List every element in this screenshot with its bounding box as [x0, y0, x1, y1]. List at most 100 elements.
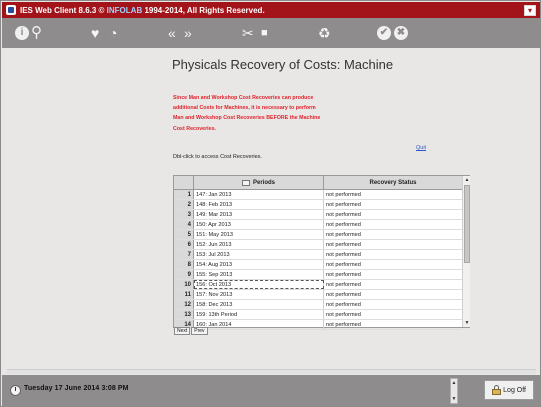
scrollbar-thumb[interactable]	[464, 185, 470, 263]
info-button[interactable]: i	[15, 24, 29, 42]
row-number: 5	[174, 230, 194, 239]
page-horizontal-scrollbar[interactable]	[7, 369, 536, 374]
period-cell[interactable]: 154: Aug 2013	[194, 260, 324, 269]
table-row[interactable]: 13 159: 13th Period not performed	[174, 310, 462, 320]
log-off-label: Log Off	[503, 386, 526, 394]
recovery-status-cell[interactable]: not performed	[324, 200, 462, 209]
period-cell[interactable]: 159: 13th Period	[194, 310, 324, 319]
recovery-status-cell[interactable]: not performed	[324, 290, 462, 299]
scroll-down-icon[interactable]: ▼	[451, 396, 457, 402]
history-button[interactable]: ◔	[109, 24, 117, 42]
warning-message: Since Man and Workshop Cost Recoveries c…	[173, 95, 321, 132]
row-number: 9	[174, 270, 194, 279]
row-number-header	[174, 176, 194, 189]
sort-icon[interactable]	[241, 179, 250, 186]
scroll-up-icon[interactable]: ▲	[464, 177, 470, 183]
table-row[interactable]: 11 157: Nov 2013 not performed	[174, 290, 462, 300]
stop-icon: ■	[261, 27, 268, 39]
table-row[interactable]: 12 158: Dec 2013 not performed	[174, 300, 462, 310]
window-title-brand: INFOLAB	[106, 5, 143, 15]
period-cell[interactable]: 156: Oct 2013	[194, 280, 324, 289]
table-row[interactable]: 2 148: Feb 2013 not performed	[174, 200, 462, 210]
window-title: IES Web Client 8.6.3 © INFOLAB 1994-2014…	[20, 6, 265, 15]
ok-button[interactable]: ✔	[377, 24, 391, 42]
window-title-prefix: IES Web Client 8.6.3 ©	[20, 5, 107, 15]
table-row[interactable]: 10 156: Oct 2013 not performed	[174, 280, 462, 290]
title-bar: IES Web Client 8.6.3 © INFOLAB 1994-2014…	[2, 2, 540, 18]
table-row[interactable]: 8 154: Aug 2013 not performed	[174, 260, 462, 270]
recovery-status-cell[interactable]: not performed	[324, 310, 462, 319]
scroll-down-icon[interactable]: ▼	[464, 320, 470, 326]
cancel-button[interactable]: ✖	[394, 24, 408, 42]
column-header-status[interactable]: Recovery Status	[324, 176, 462, 189]
main-content: Physicals Recovery of Costs: Machine Sin…	[2, 48, 540, 375]
recovery-status-cell[interactable]: not performed	[324, 280, 462, 289]
row-number: 12	[174, 300, 194, 309]
table-row[interactable]: 1 147: Jan 2013 not performed	[174, 190, 462, 200]
period-cell[interactable]: 158: Dec 2013	[194, 300, 324, 309]
column-header-periods-label: Periods	[252, 179, 275, 186]
table-row[interactable]: 4 150: Apr 2013 not performed	[174, 220, 462, 230]
period-cell[interactable]: 150: Apr 2013	[194, 220, 324, 229]
clock-icon	[10, 385, 21, 396]
row-number: 6	[174, 240, 194, 249]
history-icon: ◔	[109, 25, 118, 41]
lock-icon	[491, 385, 501, 395]
period-cell[interactable]: 153: Jul 2013	[194, 250, 324, 259]
period-cell[interactable]: 148: Feb 2013	[194, 200, 324, 209]
tools-icon: ✂	[242, 25, 254, 41]
table-row[interactable]: 5 151: May 2013 not performed	[174, 230, 462, 240]
row-number: 3	[174, 210, 194, 219]
search-icon: ⚲	[31, 24, 42, 41]
period-cell[interactable]: 151: May 2013	[194, 230, 324, 239]
recovery-status-cell[interactable]: not performed	[324, 190, 462, 199]
quit-link[interactable]: Quit	[416, 145, 426, 151]
row-number: 4	[174, 220, 194, 229]
forward-button[interactable]: »	[184, 24, 192, 42]
favorite-button[interactable]: ♥	[91, 24, 99, 42]
row-number: 13	[174, 310, 194, 319]
scroll-up-icon[interactable]: ▲	[451, 380, 457, 386]
table-row[interactable]: 7 153: Jul 2013 not performed	[174, 250, 462, 260]
hint-text: Dbl-click to access Cost Recoveries.	[173, 154, 262, 160]
next-button[interactable]: Next	[174, 327, 191, 335]
prev-button[interactable]: Prev	[191, 327, 208, 335]
back-button[interactable]: «	[168, 24, 176, 42]
table-body: 1 147: Jan 2013 not performed 2 148: Feb 201…	[174, 190, 462, 330]
recovery-status-cell[interactable]: not performed	[324, 220, 462, 229]
recovery-status-cell[interactable]: not performed	[324, 260, 462, 269]
table-vertical-scrollbar[interactable]: ▲ ▼	[462, 176, 470, 327]
recovery-status-cell[interactable]: not performed	[324, 240, 462, 249]
stop-button[interactable]: ■	[261, 24, 268, 42]
recovery-status-cell[interactable]: not performed	[324, 300, 462, 309]
period-cell[interactable]: 149: Mar 2013	[194, 210, 324, 219]
recovery-status-cell[interactable]: not performed	[324, 210, 462, 219]
period-cell[interactable]: 160: Jan 2014	[194, 320, 324, 329]
recovery-status-cell[interactable]: not performed	[324, 320, 462, 329]
status-scrollbar[interactable]: ▲ ▼	[450, 378, 458, 404]
row-number: 2	[174, 200, 194, 209]
search-button[interactable]: ⚲	[31, 24, 42, 42]
table-row[interactable]: 9 155: Sep 2013 not performed	[174, 270, 462, 280]
tools-button[interactable]: ✂	[242, 24, 254, 42]
period-cell[interactable]: 147: Jan 2013	[194, 190, 324, 199]
window-menu-icon[interactable]: ▾	[524, 4, 536, 16]
table-row[interactable]: 6 152: Jun 2013 not performed	[174, 240, 462, 250]
period-cell[interactable]: 155: Sep 2013	[194, 270, 324, 279]
period-cell[interactable]: 157: Nov 2013	[194, 290, 324, 299]
periods-table: Periods Recovery Status 1 147: Jan 2013 no…	[173, 175, 470, 330]
log-off-button[interactable]: Log Off	[484, 380, 534, 400]
row-number: 7	[174, 250, 194, 259]
row-number: 1	[174, 190, 194, 199]
table-row[interactable]: 3 149: Mar 2013 not performed	[174, 210, 462, 220]
table-row[interactable]: 14 160: Jan 2014 not performed	[174, 320, 462, 330]
back-icon: «	[168, 25, 176, 41]
info-icon: i	[15, 26, 29, 40]
page-title: Physicals Recovery of Costs: Machine	[172, 57, 394, 72]
recovery-status-cell[interactable]: not performed	[324, 270, 462, 279]
recovery-status-cell[interactable]: not performed	[324, 230, 462, 239]
recovery-status-cell[interactable]: not performed	[324, 250, 462, 259]
period-cell[interactable]: 152: Jun 2013	[194, 240, 324, 249]
refresh-button[interactable]: ♻	[318, 24, 331, 42]
column-header-periods[interactable]: Periods	[194, 176, 324, 189]
